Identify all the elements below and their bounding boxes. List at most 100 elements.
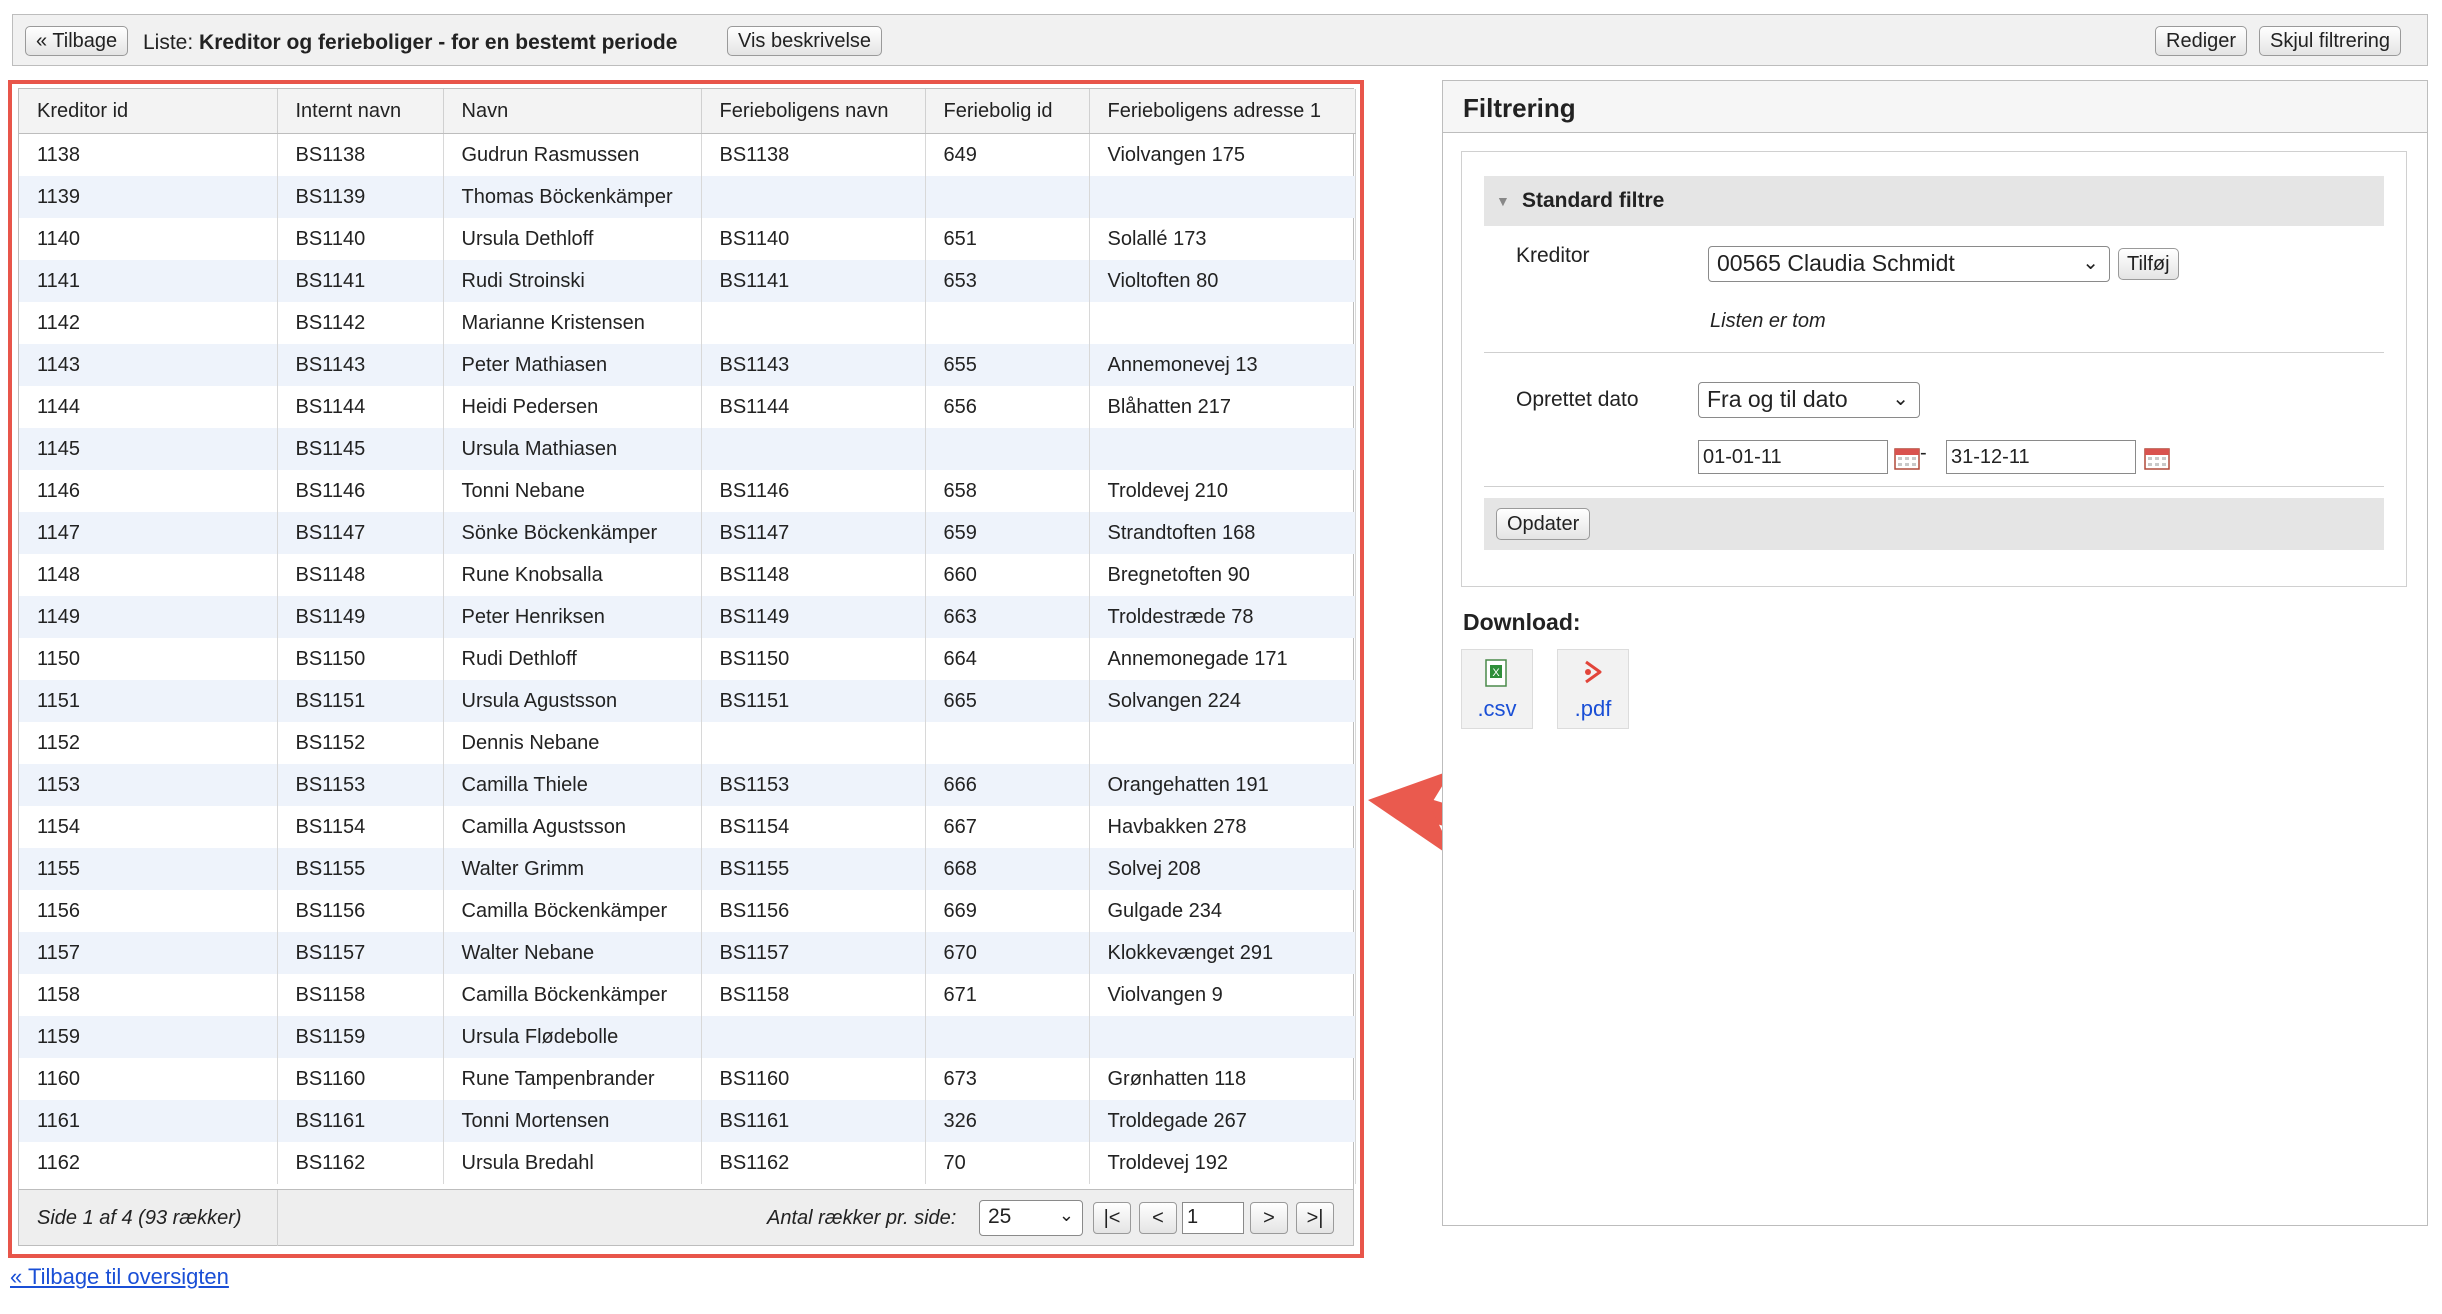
list-toolbar: « Tilbage Liste: Kreditor og feriebolige…	[12, 14, 2428, 66]
table-row[interactable]: 1145 BS1145 Ursula Mathiasen	[19, 428, 1356, 470]
table-row[interactable]: 1162 BS1162 Ursula Bredahl BS1162 70 Troldeve…	[19, 1142, 1356, 1184]
download-pdf-button[interactable]: .pdf	[1557, 649, 1629, 729]
update-button[interactable]: Opdater	[1496, 508, 1591, 540]
table-row[interactable]: 1157 BS1157 Walter Nebane BS1157 670 Klokkevæ…	[19, 932, 1356, 974]
back-to-overview-link[interactable]: « Tilbage til oversigten	[10, 1264, 229, 1290]
cell-feriebolig-adresse: Havbakken 278	[1089, 806, 1356, 848]
column-header-navn[interactable]: Navn	[443, 89, 702, 134]
table-row[interactable]: 1140 BS1140 Ursula Dethloff BS1140 651 Solall…	[19, 218, 1356, 260]
cell-feriebolig-adresse: Troldestræde 78	[1089, 596, 1356, 638]
filter-panel-title: Filtrering	[1443, 81, 2427, 133]
table-row[interactable]: 1143 BS1143 Peter Mathiasen BS1143 655 Annemo…	[19, 344, 1356, 386]
table-row[interactable]: 1160 BS1160 Rune Tampenbrander BS1160 673 Grø…	[19, 1058, 1356, 1100]
kreditor-select-value: 00565 Claudia Schmidt	[1717, 250, 1955, 276]
cell-navn: Ursula Flødebolle	[443, 1016, 702, 1058]
rows-per-page-select[interactable]: 25 ⌄	[979, 1200, 1083, 1236]
column-header-kreditor-id[interactable]: Kreditor id	[19, 89, 278, 134]
add-kreditor-button[interactable]: Tilføj	[2118, 248, 2179, 280]
cell-kreditor-id: 1162	[19, 1142, 278, 1184]
collapse-triangle-icon: ▼	[1496, 193, 1510, 209]
table-row[interactable]: 1154 BS1154 Camilla Agustsson BS1154 667 Havb…	[19, 806, 1356, 848]
table-row[interactable]: 1153 BS1153 Camilla Thiele BS1153 666 Orangeh…	[19, 764, 1356, 806]
date-from-input[interactable]: 01-01-11	[1698, 440, 1888, 474]
cell-internt-navn: BS1142	[277, 302, 444, 344]
cell-feriebolig-id: 668	[925, 848, 1090, 890]
table-row[interactable]: 1144 BS1144 Heidi Pedersen BS1144 656 Blåhatt…	[19, 386, 1356, 428]
table-row[interactable]: 1155 BS1155 Walter Grimm BS1155 668 Solvej 20…	[19, 848, 1356, 890]
cell-kreditor-id: 1140	[19, 218, 278, 260]
table-row[interactable]: 1161 BS1161 Tonni Mortensen BS1161 326 Trolde…	[19, 1100, 1356, 1142]
show-description-button[interactable]: Vis beskrivelse	[727, 26, 883, 56]
cell-feriebolig-id: 649	[925, 133, 1090, 176]
cell-feriebolig-adresse: Bregnetoften 90	[1089, 554, 1356, 596]
table-row[interactable]: 1141 BS1141 Rudi Stroinski BS1141 653 Violtof…	[19, 260, 1356, 302]
table-row[interactable]: 1156 BS1156 Camilla Böckenkämper BS1156 669 G…	[19, 890, 1356, 932]
filter-panel: Filtrering ▼ Standard filtre Kreditor 00…	[1442, 80, 2428, 1226]
cell-navn: Walter Nebane	[443, 932, 702, 974]
column-header-feriebolig-id[interactable]: Feriebolig id	[925, 89, 1090, 134]
hide-filter-button[interactable]: Skjul filtrering	[2259, 26, 2402, 56]
cell-feriebolig-navn: BS1141	[701, 260, 926, 302]
column-header-feriebolig-navn[interactable]: Ferieboligens navn	[701, 89, 926, 134]
cell-feriebolig-navn: BS1151	[701, 680, 926, 722]
table-row[interactable]: 1139 BS1139 Thomas Böckenkämper	[19, 176, 1356, 218]
standard-filters-title: Standard filtre	[1522, 189, 1665, 212]
cell-feriebolig-navn	[701, 302, 926, 344]
table-row[interactable]: 1146 BS1146 Tonni Nebane BS1146 658 Troldevej…	[19, 470, 1356, 512]
edit-button[interactable]: Rediger	[2155, 26, 2248, 56]
cell-internt-navn: BS1141	[277, 260, 444, 302]
cell-kreditor-id: 1148	[19, 554, 278, 596]
table-row[interactable]: 1151 BS1151 Ursula Agustsson BS1151 665 Solva…	[19, 680, 1356, 722]
table-row[interactable]: 1152 BS1152 Dennis Nebane	[19, 722, 1356, 764]
cell-internt-navn: BS1162	[277, 1142, 444, 1184]
calendar-icon[interactable]	[2144, 446, 2170, 470]
cell-kreditor-id: 1150	[19, 638, 278, 680]
cell-feriebolig-id: 671	[925, 974, 1090, 1016]
cell-feriebolig-navn: BS1144	[701, 386, 926, 428]
cell-internt-navn: BS1153	[277, 764, 444, 806]
cell-feriebolig-navn: BS1161	[701, 1100, 926, 1142]
page-number-input[interactable]: 1	[1182, 1202, 1244, 1234]
cell-kreditor-id: 1141	[19, 260, 278, 302]
cell-navn: Camilla Agustsson	[443, 806, 702, 848]
cell-feriebolig-adresse	[1089, 176, 1356, 218]
cell-kreditor-id: 1159	[19, 1016, 278, 1058]
date-mode-select[interactable]: Fra og til dato ⌄	[1698, 382, 1920, 418]
table-row[interactable]: 1158 BS1158 Camilla Böckenkämper BS1158 671 V…	[19, 974, 1356, 1016]
pdf-icon	[1585, 660, 1602, 684]
cell-navn: Ursula Mathiasen	[443, 428, 702, 470]
table-row[interactable]: 1142 BS1142 Marianne Kristensen	[19, 302, 1356, 344]
cell-feriebolig-navn	[701, 1016, 926, 1058]
table-row[interactable]: 1148 BS1148 Rune Knobsalla BS1148 660 Bregnet…	[19, 554, 1356, 596]
cell-feriebolig-navn: BS1157	[701, 932, 926, 974]
column-header-internt-navn[interactable]: Internt navn	[277, 89, 444, 134]
previous-page-button[interactable]: <	[1139, 1202, 1177, 1234]
calendar-icon[interactable]	[1894, 446, 1920, 470]
column-header-feriebolig-adresse[interactable]: Ferieboligens adresse 1	[1089, 89, 1356, 134]
table-row[interactable]: 1149 BS1149 Peter Henriksen BS1149 663 Trolde…	[19, 596, 1356, 638]
cell-kreditor-id: 1146	[19, 470, 278, 512]
table-row[interactable]: 1159 BS1159 Ursula Flødebolle	[19, 1016, 1356, 1058]
table-row[interactable]: 1138 BS1138 Gudrun Rasmussen BS1138 649 Violv…	[19, 133, 1356, 176]
cell-feriebolig-id	[925, 176, 1090, 218]
cell-feriebolig-adresse: Annemonevej 13	[1089, 344, 1356, 386]
cell-feriebolig-adresse: Annemonegade 171	[1089, 638, 1356, 680]
page-info: Side 1 af 4 (93 rækker)	[37, 1207, 242, 1229]
cell-navn: Gudrun Rasmussen	[443, 133, 702, 176]
next-page-button[interactable]: >	[1250, 1202, 1288, 1234]
kreditor-select[interactable]: 00565 Claudia Schmidt ⌄	[1708, 246, 2110, 282]
cell-kreditor-id: 1139	[19, 176, 278, 218]
back-button[interactable]: « Tilbage	[25, 26, 129, 56]
download-csv-button[interactable]: X .csv	[1461, 649, 1533, 729]
last-page-button[interactable]: >|	[1296, 1202, 1334, 1234]
cell-internt-navn: BS1145	[277, 428, 444, 470]
cell-feriebolig-adresse: Violvangen 175	[1089, 133, 1356, 176]
cell-navn: Tonni Nebane	[443, 470, 702, 512]
standard-filters-toggle[interactable]: ▼ Standard filtre	[1484, 176, 2384, 226]
date-to-input[interactable]: 31-12-11	[1946, 440, 2136, 474]
cell-kreditor-id: 1144	[19, 386, 278, 428]
first-page-button[interactable]: |<	[1093, 1202, 1131, 1234]
table-row[interactable]: 1147 BS1147 Sönke Böckenkämper BS1147 659 Str…	[19, 512, 1356, 554]
table-row[interactable]: 1150 BS1150 Rudi Dethloff BS1150 664 Annemone…	[19, 638, 1356, 680]
cell-kreditor-id: 1149	[19, 596, 278, 638]
